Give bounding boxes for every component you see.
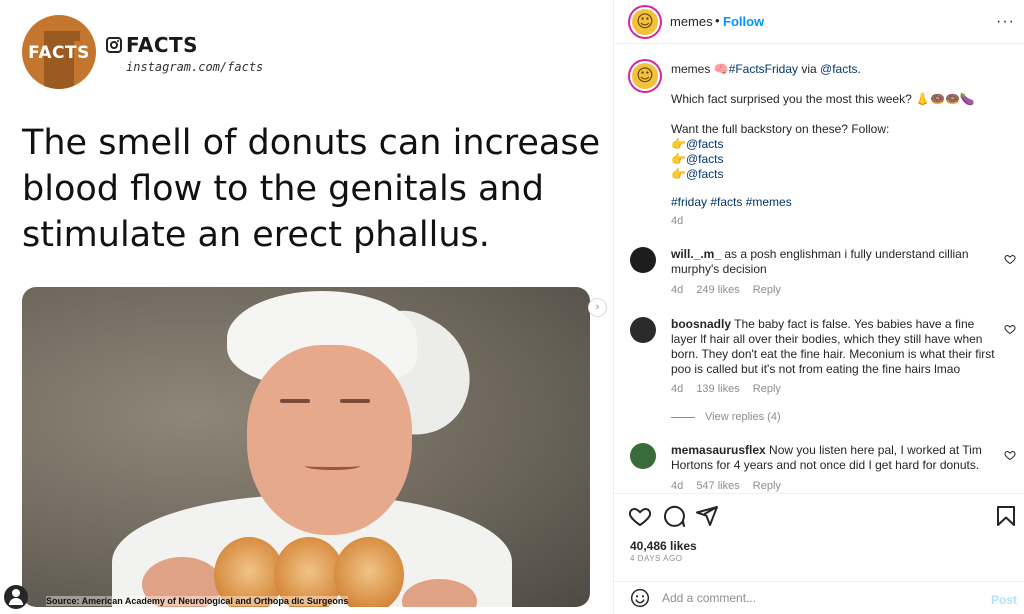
caption-follow-item: 👉@facts [671, 152, 724, 166]
post-header: memes • Follow ··· [614, 0, 1024, 44]
mention-link[interactable]: @facts [686, 167, 724, 181]
bookmark-icon[interactable] [994, 504, 1018, 528]
facts-logo-text: FACTS [28, 43, 90, 63]
heart-icon[interactable] [1004, 323, 1016, 335]
headline-line: The smell of donuts can increase [22, 123, 601, 163]
post-sidebar: memes • Follow ··· memes 🧠#FactsFriday v… [613, 0, 1024, 614]
post-media: FACTS FACTS instagram.com/facts The smel… [0, 0, 612, 614]
mention-link[interactable]: @facts [686, 152, 724, 166]
mention-link[interactable]: @facts [686, 137, 724, 151]
mention-link[interactable]: @facts [820, 62, 858, 76]
instagram-icon [106, 37, 122, 53]
user-avatar-icon[interactable] [4, 585, 28, 609]
comment-meta: 4d 249 likes Reply [671, 284, 781, 296]
post-headline: The smell of donuts can increase blood f… [22, 120, 612, 258]
hashtag-link[interactable]: #FactsFriday [729, 62, 798, 76]
brand-handle: FACTS [106, 33, 198, 57]
comment-meta: 4d 139 likes Reply [671, 383, 781, 395]
reply-button[interactable]: Reply [753, 383, 781, 395]
comment-username[interactable]: memasaurusflex [671, 443, 766, 457]
replies-divider [671, 416, 695, 418]
comment-text: boosnadly The baby fact is false. Yes ba… [671, 317, 995, 376]
headline-line: stimulate an erect phallus. [22, 215, 490, 255]
emoji-icon[interactable] [630, 588, 650, 608]
likes-count[interactable]: 40,486 likes [630, 539, 697, 553]
caption-follow-item: 👉@facts [671, 137, 724, 151]
brand-url: instagram.com/facts [126, 60, 264, 74]
avatar[interactable] [630, 317, 656, 343]
view-replies-button[interactable]: View replies (4) [671, 411, 781, 423]
more-icon[interactable]: ··· [996, 13, 1015, 31]
header-username[interactable]: memes [670, 14, 713, 29]
heart-icon[interactable] [1004, 449, 1016, 461]
caption-follow-prompt: Want the full backstory on these? Follow… [671, 122, 890, 136]
comment-username[interactable]: boosnadly [671, 317, 731, 331]
heart-icon[interactable] [628, 504, 652, 528]
comment-composer: Post [614, 581, 1024, 614]
caption-time: 4d [671, 215, 684, 227]
brain-emoji: 🧠 [713, 62, 729, 76]
caption-hashtags[interactable]: #friday #facts #memes [671, 195, 792, 210]
share-icon[interactable] [695, 504, 719, 528]
comment-username[interactable]: will._.m_ [671, 247, 721, 261]
post-age: 4 DAYS AGO [630, 554, 683, 563]
comment-text: will._.m_ as a posh englishman i fully u… [671, 247, 969, 276]
avatar[interactable] [630, 61, 660, 91]
chevron-right-icon[interactable]: › [588, 298, 607, 317]
comment-meta: 4d 547 likes Reply [671, 480, 781, 492]
reply-button[interactable]: Reply [753, 284, 781, 296]
header-separator: • [715, 13, 720, 28]
avatar[interactable] [630, 247, 656, 273]
caption-follow-item: 👉@facts [671, 167, 724, 181]
caption-username[interactable]: memes [671, 62, 710, 76]
avatar[interactable] [630, 7, 660, 37]
reply-button[interactable]: Reply [753, 480, 781, 492]
chef-donut-photo: Source: American Academy of Neurological… [22, 287, 590, 607]
comment-icon[interactable] [662, 504, 686, 528]
heart-icon[interactable] [1004, 253, 1016, 265]
facts-logo: FACTS [22, 15, 96, 89]
comment-text: memasaurusflex Now you listen here pal, … [671, 443, 982, 472]
post-button[interactable]: Post [991, 593, 1017, 607]
brand-name: FACTS [126, 33, 199, 57]
avatar[interactable] [630, 443, 656, 469]
headline-line: blood flow to the genitals and [22, 169, 544, 209]
comment-input[interactable] [662, 591, 962, 605]
follow-button[interactable]: Follow [723, 14, 764, 29]
photo-source-caption: Source: American Academy of Neurological… [46, 596, 349, 606]
caption-line: memes 🧠#FactsFriday via @facts. [671, 62, 861, 76]
caption-question: Which fact surprised you the most this w… [671, 92, 975, 106]
post-actions: 40,486 likes 4 DAYS AGO Post [614, 493, 1024, 614]
